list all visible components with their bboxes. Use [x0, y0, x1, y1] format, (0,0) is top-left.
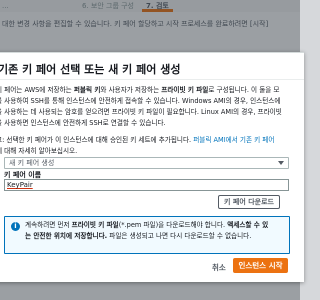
description-line: 를 사용하여 SSH를 통해 인스턴스에 안전하게 접속할 수 있습니다. Wi…	[0, 97, 281, 105]
text: 파일은 생성되고 나면 다시 다운로드할 수 없습니다.	[107, 232, 252, 240]
modal-description: 키 페어는 AWS에 저장하는 퍼블릭 키와 사용자가 저장하는 프라이빗 키 …	[0, 85, 302, 129]
description-line: 을 사용하는 데 사용되는 암호를 얻으려면 프라이빗 키 파일이 필요합니다.…	[0, 108, 282, 116]
key-pair-modal: 기존 키 페어 선택 또는 새 키 페어 생성 키 페어는 AWS에 저장하는 …	[0, 52, 304, 282]
text: 로 구성됩니다. 이 둘을 모	[208, 86, 280, 94]
text-bold: 퍼블릭 키	[73, 86, 101, 94]
text-bold: 액세스할 수 있	[227, 221, 269, 229]
modal-title: 기존 키 페어 선택 또는 새 키 페어 생성	[0, 63, 181, 76]
input-value: KeyPair	[7, 181, 33, 189]
info-icon: i	[11, 222, 20, 231]
caret-down-icon	[278, 161, 284, 165]
description-line: 을 사용하면 인스턴스에 안전하게 SSH로 연결할 수 있습니다.	[0, 119, 166, 127]
text: 키 페어는 AWS에 저장하는	[0, 86, 74, 94]
key-pair-name-input[interactable]: KeyPair	[4, 179, 289, 191]
text-bold: 프라이빗 키 파일	[71, 221, 119, 229]
text: 고: 선택한 키 페어가 이 인스턴스에 대해 승인된 키 세트에 추가됩니다.	[0, 136, 194, 144]
note-text: 고: 선택한 키 페어가 이 인스턴스에 대해 승인된 키 세트에 추가됩니다.…	[0, 135, 302, 157]
info-alert: i 계속하려면 먼저 프라이빗 키 파일(*.pem 파일)을 다운로드해야 합…	[4, 216, 290, 254]
text: 와 사용자가 저장하는	[100, 86, 162, 94]
cancel-button[interactable]: 취소	[212, 262, 226, 273]
text: 에 대해 자세히 알아보십시오.	[0, 147, 78, 155]
download-key-pair-button[interactable]: 키 페어 다운로드	[218, 195, 280, 209]
text-bold: 프라이빗 키 파일	[161, 86, 209, 94]
alert-text: 계속하려면 먼저 프라이빗 키 파일(*.pem 파일)을 다운로드해야 합니다…	[25, 220, 289, 242]
text: (*.pem 파일)을 다운로드해야 합니다.	[118, 221, 228, 229]
launch-instances-button[interactable]: 인스턴스 시작	[233, 258, 288, 273]
text: 계속하려면 먼저	[25, 221, 72, 229]
text-bold: 는 안전한 위치에 저장합니다.	[25, 232, 108, 240]
select-value: 새 키 페어 생성	[9, 159, 55, 167]
public-ami-key-pair-link[interactable]: 퍼블릭 AMI에서 기존 키 페어	[193, 136, 274, 144]
key-pair-option-select[interactable]: 새 키 페어 생성	[4, 157, 289, 169]
divider	[0, 79, 304, 80]
description-line: 키 페어는 AWS에 저장하는 퍼블릭 키와 사용자가 저장하는 프라이빗 키 …	[0, 85, 302, 96]
